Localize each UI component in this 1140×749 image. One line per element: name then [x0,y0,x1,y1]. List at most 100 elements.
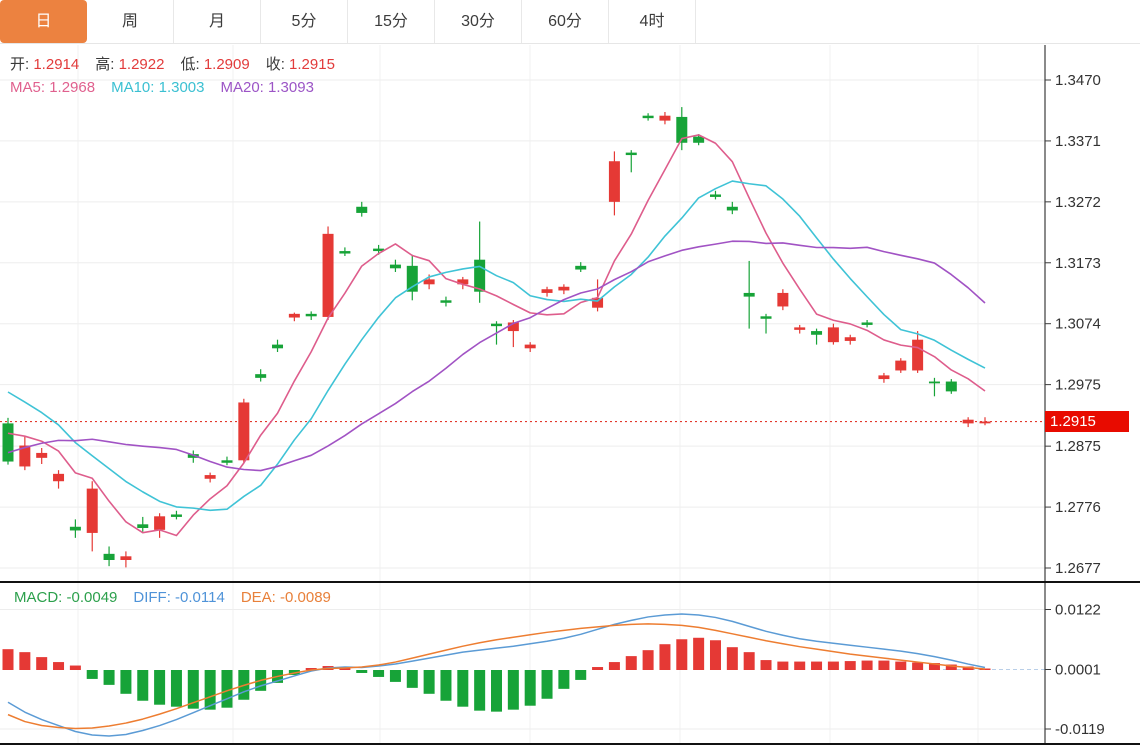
candle-body [339,251,351,254]
macd-histogram-bar [693,637,705,670]
candle-body [541,289,553,293]
legend-item: MA10: 1.3003 [111,79,205,96]
candle-body [861,322,873,325]
candle-body [895,360,907,371]
macd-histogram-bar [625,656,637,670]
legend-item: MA5: 1.2968 [10,79,96,96]
macd-histogram-bar [19,652,31,670]
tab-timeframe-5[interactable]: 30分 [435,0,522,43]
candle-body [642,115,654,119]
macd-histogram-bar [558,670,570,689]
candle-body [238,402,250,461]
timeframe-tabbar: 日周月 5分 15分 30分 60分 4时 [0,0,1140,44]
candle-body [272,344,284,349]
tab-timeframe-2[interactable]: 月 [174,0,261,43]
candle-body [743,292,755,297]
macd-histogram-bar [794,661,806,670]
macd-histogram-bar [575,670,587,680]
macd-histogram-bar [86,670,98,679]
candle-body [53,473,65,482]
legend-item: 开: 1.2914 [10,56,80,73]
legend-item: 低: 1.2909 [180,56,250,73]
ma10-line [7,180,986,512]
axis-label: -0.0119 [1055,721,1105,738]
axis-label: 1.3371 [1055,133,1101,150]
macd-legend: MACD: -0.0049 DIFF: -0.0114 DEA: -0.0089 [14,589,347,606]
candle-body [406,265,418,292]
candle-body [154,516,166,530]
axis-label: 0.0122 [1055,602,1101,619]
macd-histogram-bar [895,661,907,670]
candle-body [558,286,570,291]
macd-histogram-bar [440,670,452,701]
macd-histogram-bar [659,644,671,670]
candle-body [170,514,182,517]
ma-legend: MA5: 1.2968 MA10: 1.3003 MA20: 1.3093 [10,79,330,96]
macd-histogram-bar [743,652,755,670]
axis-label: 1.2677 [1055,560,1101,577]
macd-histogram-bar [154,670,166,705]
candle-body [777,292,789,307]
candle-body [103,553,115,560]
candle-body [912,339,924,371]
legend-item: 收: 1.2915 [265,56,335,73]
tab-timeframe-4[interactable]: 15分 [348,0,435,43]
candle-body [204,475,216,479]
macd-histogram-bar [406,670,418,688]
candle-body [69,526,81,531]
macd-histogram-bar [811,661,823,670]
tab-timeframe-6[interactable]: 60分 [522,0,609,43]
axis-label: 1.2875 [1055,438,1101,455]
candle-body [120,556,132,560]
candle-body [305,313,317,317]
macd-histogram-bar [69,665,81,670]
axis-label: 0.0001 [1055,662,1101,679]
macd-histogram-bar [53,662,65,670]
candle-body [659,115,671,121]
candle-body [524,344,536,349]
axis-label: 1.3272 [1055,194,1101,211]
macd-histogram-bar [827,661,839,670]
trading-chart-app: 1.3470 1.3371 1.3272 1.3173 1.3074 1.2975 1.28… [0,0,1140,749]
macd-histogram-bar [777,661,789,670]
macd-histogram-bar [137,670,149,701]
tab-timeframe-0[interactable]: 日 [0,0,87,43]
candle-body [423,279,435,285]
macd-histogram-bar [760,660,772,670]
candle-body [726,206,738,211]
macd-histogram-bar [861,660,873,670]
candle-body [255,374,267,378]
macd-histogram-bar [474,670,486,711]
macd-histogram-bar [726,647,738,670]
candle-body [575,265,587,270]
axis-label: 1.3074 [1055,316,1101,333]
macd-histogram-bar [676,639,688,670]
legend-item: MA20: 1.3093 [220,79,314,96]
last-price-value: 1.2915 [1050,413,1096,430]
macd-histogram-bar [423,670,435,694]
macd-histogram-bar [356,670,368,673]
candle-body [288,313,300,318]
candle-body [962,419,974,424]
candle-body [625,152,637,156]
candle-body [322,233,334,317]
tab-timeframe-7[interactable]: 4时 [609,0,696,43]
candle-body [844,337,856,341]
macd-histogram-bar [642,650,654,670]
macd-histogram-bar [592,667,604,670]
macd-histogram-bar [103,670,115,685]
macd-histogram-bar [491,670,502,712]
candle-body [827,327,839,343]
tab-timeframe-1[interactable]: 周 [87,0,174,43]
axis-label: 1.3470 [1055,72,1101,89]
candle-body [86,488,98,533]
macd-histogram-bar [524,670,536,706]
macd-histogram-bar [844,661,856,670]
candle-body [137,524,149,528]
candlestick-chart[interactable]: 1.3470 1.3371 1.3272 1.3173 1.3074 1.2975 1.28… [0,0,1140,749]
candle-body [491,323,502,327]
macd-histogram-bar [120,670,132,694]
tab-timeframe-3[interactable]: 5分 [261,0,348,43]
macd-histogram-bar [389,670,401,682]
legend-item: DIFF: -0.0114 [133,589,225,606]
